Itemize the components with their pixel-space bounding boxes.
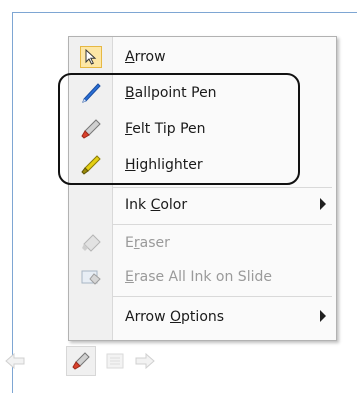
menu-icon (106, 353, 124, 369)
arrow-pointer-icon-cell (69, 41, 113, 73)
menu-item-label: Arrow (125, 49, 166, 65)
menu-separator (113, 187, 332, 188)
menu-item-erase-all-ink[interactable]: Erase All Ink on Slide (69, 261, 336, 293)
menu-item-label: Felt Tip Pen (125, 121, 206, 137)
menu-item-label: Highlighter (125, 157, 203, 173)
eraser-icon (69, 227, 113, 259)
pointer-options-menu: Arrow Ballpoint Pen Felt Tip Pen Highlig… (68, 36, 337, 341)
felt-tip-pen-icon (69, 113, 113, 145)
menu-item-label: Arrow Options (125, 309, 225, 325)
left-arrow-icon (5, 352, 25, 370)
submenu-arrow-icon (320, 198, 326, 210)
highlighter-icon (69, 149, 113, 181)
submenu-arrow-icon (320, 310, 326, 322)
menu-item-label: Ballpoint Pen (125, 85, 217, 101)
menu-item-ballpoint-pen[interactable]: Ballpoint Pen (69, 77, 336, 109)
menu-separator (113, 296, 332, 297)
previous-slide-button[interactable] (0, 346, 30, 376)
menu-item-label: Eraser (125, 235, 170, 251)
menu-button[interactable] (100, 346, 130, 376)
menu-item-eraser[interactable]: Eraser (69, 227, 336, 259)
right-arrow-icon (135, 352, 155, 370)
next-slide-button[interactable] (130, 346, 160, 376)
menu-item-highlighter[interactable]: Highlighter (69, 149, 336, 181)
felt-tip-pen-icon (72, 352, 90, 370)
pen-tool-button[interactable] (66, 346, 96, 376)
menu-separator (113, 224, 332, 225)
slideshow-toolbar (5, 346, 155, 378)
menu-item-arrow[interactable]: Arrow (69, 41, 336, 73)
ballpoint-pen-icon (69, 77, 113, 109)
menu-item-label: Ink Color (125, 197, 188, 213)
menu-item-ink-color[interactable]: Ink Color (69, 189, 336, 221)
menu-item-felt-tip-pen[interactable]: Felt Tip Pen (69, 113, 336, 145)
menu-item-arrow-options[interactable]: Arrow Options (69, 301, 336, 333)
arrow-pointer-icon (80, 46, 102, 68)
menu-item-label: Erase All Ink on Slide (125, 269, 272, 285)
erase-all-ink-icon (69, 261, 113, 293)
